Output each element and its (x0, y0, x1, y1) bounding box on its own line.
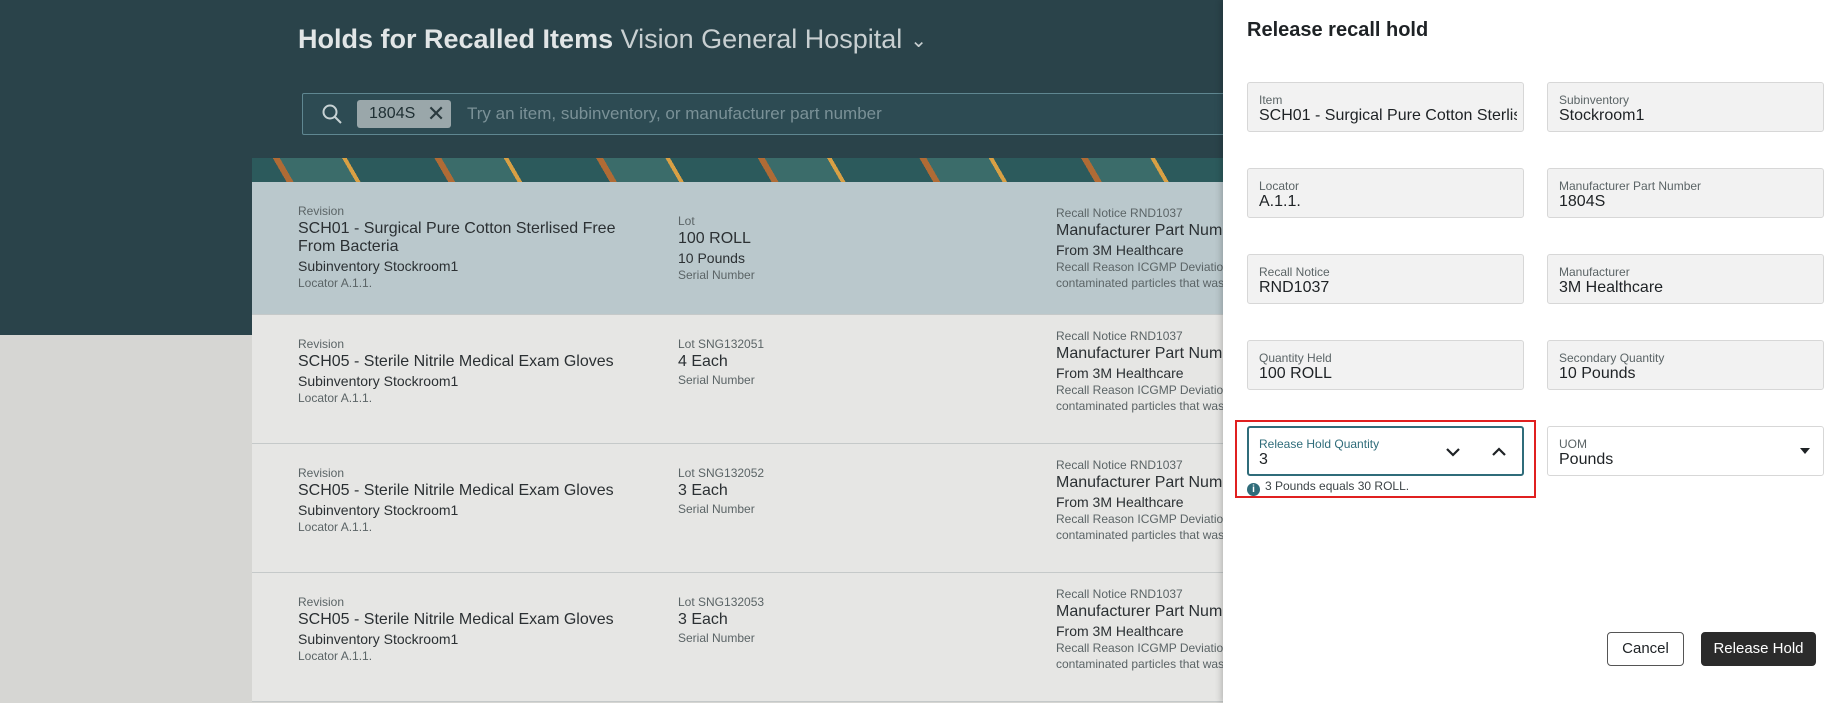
list-item[interactable]: Revision SCH05 - Sterile Nitrile Medical… (252, 444, 1248, 573)
card-item-column: Revision SCH05 - Sterile Nitrile Medical… (298, 337, 648, 405)
list-item[interactable]: Revision SCH01 - Surgical Pure Cotton St… (252, 182, 1248, 315)
card-lot-column: Lot 100 ROLL 10 Pounds Serial Number (678, 214, 978, 282)
locator-field-value: A.1.1. (1259, 193, 1301, 210)
subinventory-text: Subinventory Stockroom1 (298, 258, 459, 274)
increment-chevron-up-icon[interactable] (1487, 440, 1511, 464)
item-field-label: Item (1259, 93, 1283, 107)
page-title-main: Holds for Recalled Items (298, 24, 614, 54)
item-name: SCH01 - Surgical Pure Cotton Sterlised F… (298, 220, 616, 255)
card-item-column: Revision SCH05 - Sterile Nitrile Medical… (298, 595, 648, 663)
card-lot-column: Lot SNG132051 4 Each Serial Number (678, 337, 978, 387)
subinventory-field-label: Subinventory (1559, 93, 1630, 107)
release-recall-hold-drawer: Release recall hold Item SCH01 - Surgica… (1223, 0, 1848, 703)
drawer-title: Release recall hold (1247, 19, 1429, 41)
locator-text: Locator A.1.1. (298, 520, 373, 534)
quantity-text: 4 Each (678, 353, 728, 370)
subinventory-field: Subinventory Stockroom1 (1547, 82, 1824, 132)
item-name: SCH05 - Sterile Nitrile Medical Exam Glo… (298, 482, 614, 499)
search-chip-label: 1804S (369, 105, 416, 122)
card-lot-column: Lot SNG132052 3 Each Serial Number (678, 466, 978, 516)
search-bar[interactable]: 1804S ✕ Try an item, subinventory, or ma… (302, 93, 1244, 135)
subinventory-text: Subinventory Stockroom1 (298, 373, 459, 389)
close-icon[interactable]: ✕ (427, 100, 445, 128)
caret-down-icon (1800, 448, 1810, 454)
locator-field-label: Locator (1259, 179, 1300, 193)
locator-text: Locator A.1.1. (298, 649, 373, 663)
decrement-chevron-down-icon[interactable] (1441, 440, 1465, 464)
revision-label: Revision (298, 337, 345, 351)
serial-number-text: Serial Number (678, 631, 755, 645)
list-item[interactable]: Revision SCH05 - Sterile Nitrile Medical… (252, 315, 1248, 444)
manufacturer-field: Manufacturer 3M Healthcare (1547, 254, 1824, 304)
org-switcher[interactable]: Vision General Hospital ⌄ (621, 24, 927, 54)
chevron-down-icon: ⌄ (910, 30, 928, 53)
subinventory-field-value: Stockroom1 (1559, 107, 1645, 124)
release-hold-quantity-stepper[interactable]: Release Hold Quantity 3 (1247, 426, 1524, 476)
quantity-text: 3 Each (678, 611, 728, 628)
release-hold-quantity-label: Release Hold Quantity (1259, 437, 1380, 451)
info-icon: i (1247, 483, 1260, 496)
quantity-held-value: 100 ROLL (1259, 365, 1332, 382)
org-name: Vision General Hospital (620, 24, 903, 54)
manufacturer-part-number-field: Manufacturer Part Number 1804S (1547, 168, 1824, 218)
serial-number-text: Serial Number (678, 373, 755, 387)
item-field: Item SCH01 - Surgical Pure Cotton Sterli… (1247, 82, 1524, 132)
conversion-hint-text: 3 Pounds equals 30 ROLL. (1265, 479, 1410, 493)
manufacturer-label: Manufacturer (1559, 265, 1630, 279)
list-item[interactable]: Revision SCH05 - Sterile Nitrile Medical… (252, 573, 1248, 702)
page-title: Holds for Recalled Items Vision General … (298, 24, 927, 55)
serial-number-text: Serial Number (678, 268, 755, 282)
search-input[interactable]: Try an item, subinventory, or manufactur… (467, 104, 882, 124)
search-filter-chip: 1804S ✕ (357, 100, 452, 128)
item-field-value: SCH01 - Surgical Pure Cotton Sterlised F… (1259, 107, 1517, 124)
recall-notice-label: Recall Notice (1259, 265, 1330, 279)
subinventory-text: Subinventory Stockroom1 (298, 631, 459, 647)
serial-number-text: Serial Number (678, 502, 755, 516)
lot-text: Lot SNG132051 (678, 337, 765, 351)
manufacturer-part-number-value: 1804S (1559, 193, 1606, 210)
conversion-hint: i 3 Pounds equals 30 ROLL. (1247, 479, 1409, 496)
quantity-text: 100 ROLL (678, 230, 751, 247)
manufacturer-part-number-label: Manufacturer Part Number (1559, 179, 1702, 193)
release-hold-quantity-input[interactable]: 3 (1259, 451, 1429, 469)
release-hold-button[interactable]: Release Hold (1701, 632, 1816, 666)
cancel-button[interactable]: Cancel (1607, 632, 1684, 666)
revision-label: Revision (298, 204, 345, 218)
item-name: SCH05 - Sterile Nitrile Medical Exam Glo… (298, 353, 614, 370)
recall-notice-value: RND1037 (1259, 279, 1330, 296)
card-lot-column: Lot SNG132053 3 Each Serial Number (678, 595, 978, 645)
uom-value: Pounds (1559, 451, 1614, 468)
decorative-banner (252, 158, 1248, 182)
search-icon (322, 104, 342, 124)
uom-label: UOM (1559, 437, 1587, 451)
subinventory-text: Subinventory Stockroom1 (298, 502, 459, 518)
quantity-held-label: Quantity Held (1259, 351, 1332, 365)
lot-text: Lot SNG132053 (678, 595, 765, 609)
lot-text: Lot SNG132052 (678, 466, 765, 480)
recall-notice-field: Recall Notice RND1037 (1247, 254, 1524, 304)
card-item-column: Revision SCH01 - Surgical Pure Cotton St… (298, 204, 648, 290)
recalled-items-list: Revision SCH01 - Surgical Pure Cotton St… (252, 182, 1248, 702)
secondary-quantity-value: 10 Pounds (1559, 365, 1636, 382)
locator-text: Locator A.1.1. (298, 276, 373, 290)
revision-label: Revision (298, 466, 345, 480)
secondary-quantity-text: 10 Pounds (678, 250, 745, 266)
manufacturer-value: 3M Healthcare (1559, 279, 1664, 296)
locator-text: Locator A.1.1. (298, 391, 373, 405)
secondary-quantity-label: Secondary Quantity (1559, 351, 1665, 365)
locator-field: Locator A.1.1. (1247, 168, 1524, 218)
quantity-text: 3 Each (678, 482, 728, 499)
uom-select[interactable]: UOM Pounds (1547, 426, 1824, 476)
secondary-quantity-field: Secondary Quantity 10 Pounds (1547, 340, 1824, 390)
quantity-held-field: Quantity Held 100 ROLL (1247, 340, 1524, 390)
lot-text: Lot (678, 214, 695, 228)
item-name: SCH05 - Sterile Nitrile Medical Exam Glo… (298, 611, 614, 628)
card-item-column: Revision SCH05 - Sterile Nitrile Medical… (298, 466, 648, 534)
revision-label: Revision (298, 595, 345, 609)
